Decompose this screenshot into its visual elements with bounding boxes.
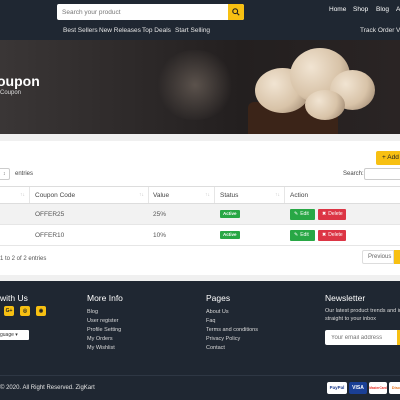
newsletter-description: Our latest product trends and in straigh… — [325, 308, 400, 322]
sort-icon[interactable]: ↑↓ — [205, 192, 210, 198]
column-header-action: Action — [290, 192, 309, 199]
table-info: 1 to 2 of 2 entries — [0, 256, 47, 262]
pagination-previous[interactable]: Previous — [362, 250, 394, 264]
search-icon — [232, 8, 240, 16]
sort-icon[interactable]: ↑↓ — [275, 192, 280, 198]
newsletter-email-input[interactable] — [325, 330, 397, 345]
frosting-decoration — [305, 90, 345, 120]
delete-button[interactable]: ✖ Delete — [318, 230, 346, 241]
social-icon[interactable]: ◉ — [36, 306, 46, 316]
entries-label: entries — [15, 171, 34, 177]
coupon-value-cell: 25% — [153, 211, 167, 218]
page-title: oupon — [0, 73, 40, 89]
subnav-top-deals[interactable]: Top Deals — [142, 27, 171, 34]
copyright: © 2020. All Right Reserved. ZigKart — [0, 385, 95, 391]
column-divider — [284, 187, 285, 203]
coupon-code-cell: OFFER25 — [35, 211, 65, 218]
banner-background — [155, 50, 235, 120]
trash-icon: ✖ — [322, 211, 327, 217]
edit-button[interactable]: ✎ Edit — [290, 230, 315, 241]
chevron-down-icon: ▾ — [15, 332, 18, 338]
subnav-start-selling[interactable]: Start Selling — [175, 27, 210, 34]
footer-link-terms[interactable]: Terms and conditions — [206, 327, 258, 333]
track-order-link[interactable]: Track Order — [360, 27, 394, 34]
footer-link-about-us[interactable]: About Us — [206, 309, 229, 315]
top-navbar: Home Shop Blog A Best Sellers New Releas… — [0, 0, 400, 40]
subnav-best-sellers[interactable]: Best Sellers — [63, 27, 98, 34]
coupon-value-cell: 10% — [153, 232, 167, 239]
add-coupon-button[interactable]: + Add — [376, 151, 400, 165]
entries-select[interactable]: ↕ — [0, 168, 10, 180]
sort-icon[interactable]: ↑↓ — [139, 192, 144, 198]
table-search-input[interactable] — [364, 168, 400, 180]
edit-icon: ✎ — [294, 232, 299, 238]
subnav-new-releases[interactable]: New Releases — [99, 27, 141, 34]
footer-link-contact[interactable]: Contact — [206, 345, 225, 351]
footer-link-my-orders[interactable]: My Orders — [87, 336, 113, 342]
footer: with Us G+ ◎ ◉ guage ▾ More Info Blog Us… — [0, 281, 400, 375]
footer-link-privacy[interactable]: Privacy Policy — [206, 336, 240, 342]
delete-button-label: Delete — [328, 232, 343, 238]
sort-icon[interactable]: ↑↓ — [20, 192, 25, 198]
table-header: ↑↓ Coupon Code ↑↓ Value ↑↓ Status ↑↓ Act… — [0, 186, 400, 204]
table-search-label: Search: — [343, 171, 364, 177]
column-header-value[interactable]: Value — [153, 192, 169, 199]
footer-link-profile-setting[interactable]: Profile Setting — [87, 327, 121, 333]
footer-link-my-wishlist[interactable]: My Wishlist — [87, 345, 115, 351]
footer-pages-title: Pages — [206, 293, 231, 303]
nav-about[interactable]: A — [396, 6, 400, 13]
footer-newsletter-title: Newsletter — [325, 293, 366, 303]
footer-connect-title: with Us — [0, 293, 28, 303]
google-plus-icon[interactable]: G+ — [4, 306, 14, 316]
column-divider — [214, 187, 215, 203]
footer-more-info-title: More Info — [87, 293, 123, 303]
coupon-code-cell: OFFER10 — [35, 232, 65, 239]
edit-button-label: Edit — [300, 232, 309, 238]
nav-shop[interactable]: Shop — [353, 6, 368, 13]
column-divider — [148, 187, 149, 203]
page-banner: oupon Coupon — [0, 40, 400, 134]
discover-icon: Disc — [389, 382, 400, 394]
search-input[interactable] — [57, 4, 228, 20]
trash-icon: ✖ — [322, 232, 327, 238]
search-button[interactable] — [228, 4, 244, 20]
column-header-coupon-code[interactable]: Coupon Code — [35, 192, 75, 199]
mastercard-icon: MasterCard — [369, 382, 387, 394]
pagination-page-1[interactable] — [394, 250, 400, 264]
nav-home[interactable]: Home — [329, 6, 346, 13]
social-icon[interactable]: ◎ — [20, 306, 30, 316]
extra-link[interactable]: Va — [396, 27, 400, 34]
delete-button-label: Delete — [328, 211, 343, 217]
delete-button[interactable]: ✖ Delete — [318, 209, 346, 220]
footer-link-faq[interactable]: Faq — [206, 318, 215, 324]
table-row: OFFER10 10% Active ✎ Edit ✖ Delete — [0, 225, 400, 246]
language-select[interactable]: guage ▾ — [0, 330, 29, 340]
status-badge: Active — [220, 231, 240, 239]
breadcrumb: Coupon — [0, 90, 22, 96]
paypal-icon: PayPal — [327, 382, 347, 394]
nav-blog[interactable]: Blog — [376, 6, 389, 13]
language-label: guage — [0, 332, 14, 338]
product-search — [57, 4, 244, 20]
footer-link-blog[interactable]: Blog — [87, 309, 98, 315]
footer-bottom: © 2020. All Right Reserved. ZigKart PayP… — [0, 375, 400, 400]
footer-link-user-register[interactable]: User register — [87, 318, 118, 324]
status-badge: Active — [220, 210, 240, 218]
edit-button[interactable]: ✎ Edit — [290, 209, 315, 220]
visa-icon: VISA — [349, 382, 367, 394]
column-header-status[interactable]: Status — [220, 192, 238, 199]
table-row: OFFER25 25% Active ✎ Edit ✖ Delete — [0, 204, 400, 225]
edit-button-label: Edit — [300, 211, 309, 217]
column-divider — [29, 187, 30, 203]
edit-icon: ✎ — [294, 211, 299, 217]
